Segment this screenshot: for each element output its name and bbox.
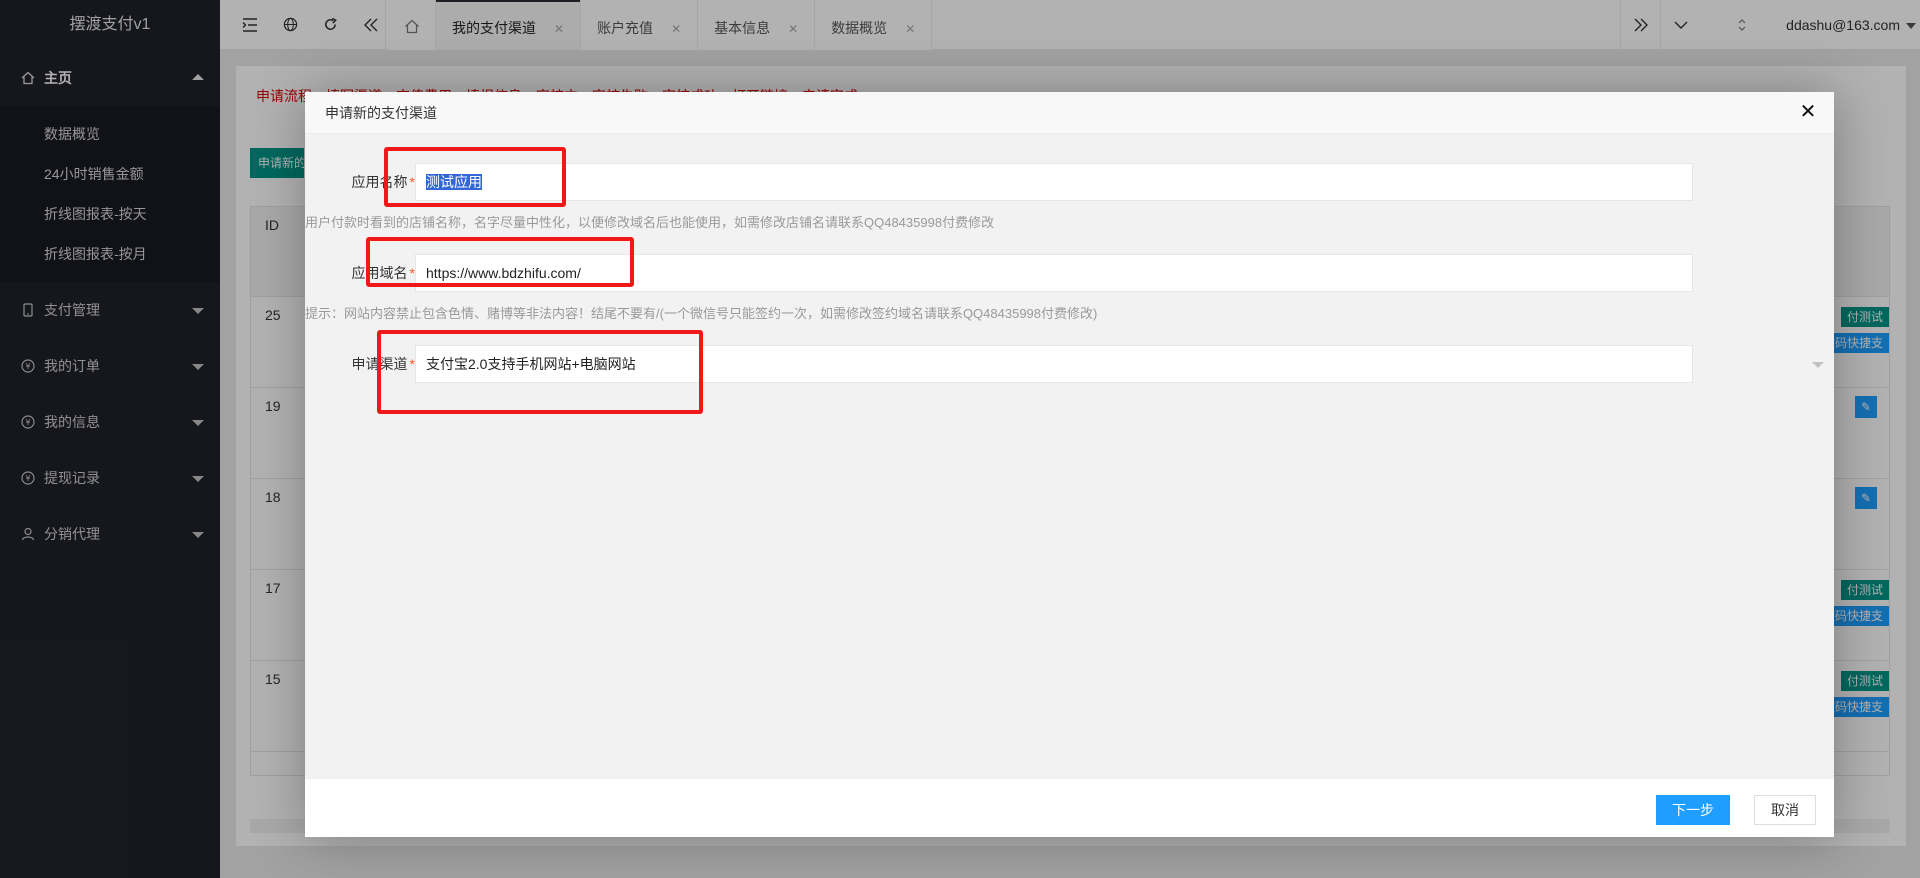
app-domain-hint: 提示：网站内容禁止包含色情、赌博等非法内容！结尾不要有/(一个微信号只能签约一次… — [305, 306, 1098, 321]
modal-footer: 下一步 取消 — [305, 779, 1834, 837]
chevron-down-icon[interactable] — [1812, 362, 1824, 368]
next-step-button[interactable]: 下一步 — [1656, 795, 1730, 825]
highlight-box-app-domain — [366, 237, 634, 287]
app-name-hint: 用户付款时看到的店铺名称，名字尽量中性化，以便修改域名后也能使用，如需修改店铺名… — [305, 215, 995, 230]
app-name-input[interactable]: 测试应用 — [415, 163, 1693, 201]
close-icon[interactable]: ✕ — [1796, 100, 1820, 124]
modal-title: 申请新的支付渠道 — [305, 92, 1834, 134]
cancel-button[interactable]: 取消 — [1754, 795, 1816, 825]
modal-body: 应用名称 * 测试应用 用户付款时看到的店铺名称，名字尽量中性化，以便修改域名后也… — [305, 134, 1834, 779]
highlight-box-app-name — [384, 147, 566, 207]
highlight-box-channel — [377, 330, 703, 414]
